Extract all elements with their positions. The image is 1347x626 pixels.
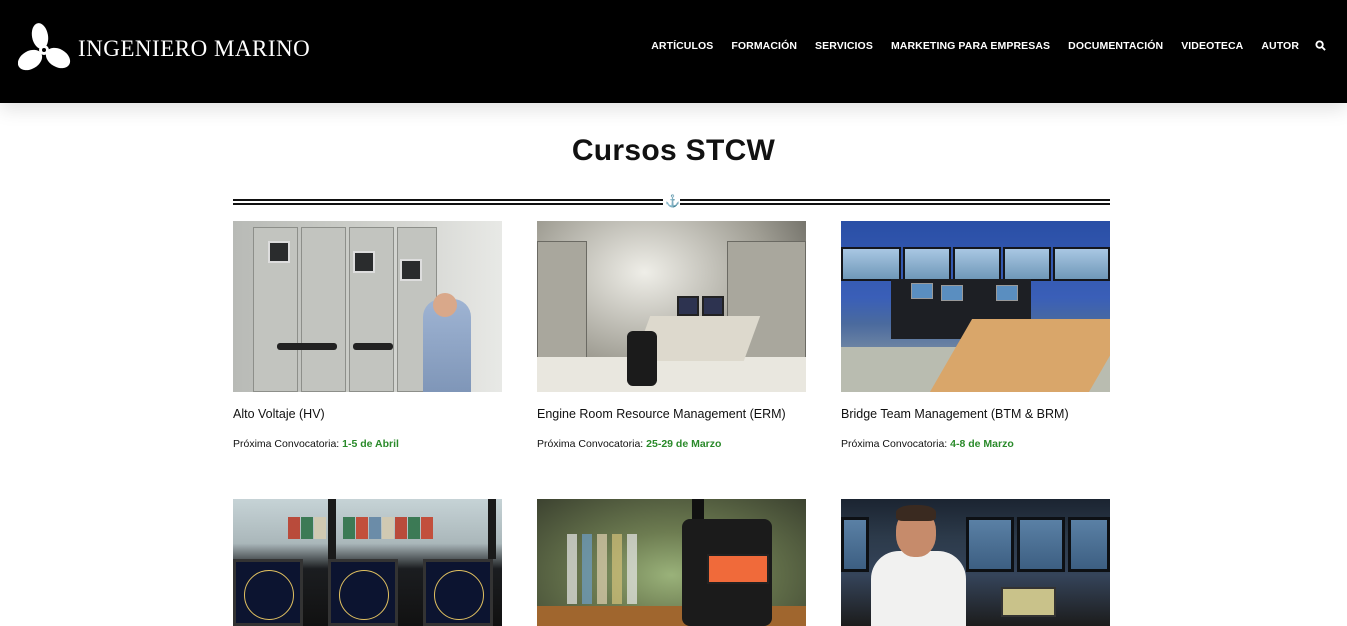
bridge-radar-photo[interactable] <box>233 499 502 626</box>
nav-documentacion[interactable]: DOCUMENTACIÓN <box>1068 40 1163 52</box>
nav-autor[interactable]: AUTOR <box>1261 40 1299 52</box>
next-session: Próxima Convocatoria: 1-5 de Abril <box>233 438 502 450</box>
next-session-label: Próxima Convocatoria: <box>233 438 340 450</box>
nav-marketing[interactable]: MARKETING PARA EMPRESAS <box>891 40 1050 52</box>
course-card-erm[interactable]: Engine Room Resource Management (ERM) Pr… <box>537 221 806 450</box>
officer-radio-photo[interactable] <box>841 499 1110 626</box>
next-session-label: Próxima Convocatoria: <box>841 438 948 450</box>
main-nav: ARTÍCULOS FORMACIÓN SERVICIOS MARKETING … <box>633 40 1327 52</box>
next-session-date: 25-29 de Marzo <box>646 438 722 450</box>
next-session-label: Próxima Convocatoria: <box>537 438 644 450</box>
logo-text: INGENIERO MARINO <box>78 36 311 61</box>
course-card-btm[interactable]: Bridge Team Management (BTM & BRM) Próxi… <box>841 221 1110 450</box>
nav-videoteca[interactable]: VIDEOTECA <box>1181 40 1243 52</box>
page-title: Cursos STCW <box>571 134 776 167</box>
course-card-4[interactable] <box>233 499 502 626</box>
switchboard-photo[interactable] <box>233 221 502 392</box>
course-card-6[interactable] <box>841 499 1110 626</box>
propeller-icon <box>18 23 71 71</box>
course-card-hv[interactable]: Alto Voltaje (HV) Próxima Convocatoria: … <box>233 221 502 450</box>
search-icon[interactable] <box>1315 40 1327 52</box>
next-session: Próxima Convocatoria: 4-8 de Marzo <box>841 438 1110 450</box>
nav-articulos[interactable]: ARTÍCULOS <box>651 40 713 52</box>
next-session-date: 4-8 de Marzo <box>950 438 1014 450</box>
anchor-icon: ⚓ <box>665 194 680 208</box>
site-logo[interactable]: INGENIERO MARINO <box>18 22 310 74</box>
handheld-radio-photo[interactable] <box>537 499 806 626</box>
next-session-date: 1-5 de Abril <box>342 438 399 450</box>
course-card-5[interactable] <box>537 499 806 626</box>
site-header: INGENIERO MARINO ARTÍCULOS FORMACIÓN SER… <box>0 0 1347 103</box>
nav-servicios[interactable]: SERVICIOS <box>815 40 873 52</box>
course-title[interactable]: Bridge Team Management (BTM & BRM) <box>841 407 1110 421</box>
nav-formacion[interactable]: FORMACIÓN <box>731 40 797 52</box>
course-title[interactable]: Alto Voltaje (HV) <box>233 407 502 421</box>
bridge-simulator-photo[interactable] <box>841 221 1110 392</box>
course-title[interactable]: Engine Room Resource Management (ERM) <box>537 407 806 421</box>
engine-room-photo[interactable] <box>537 221 806 392</box>
next-session: Próxima Convocatoria: 25-29 de Marzo <box>537 438 806 450</box>
anchor-divider: ⚓ <box>233 194 1110 208</box>
